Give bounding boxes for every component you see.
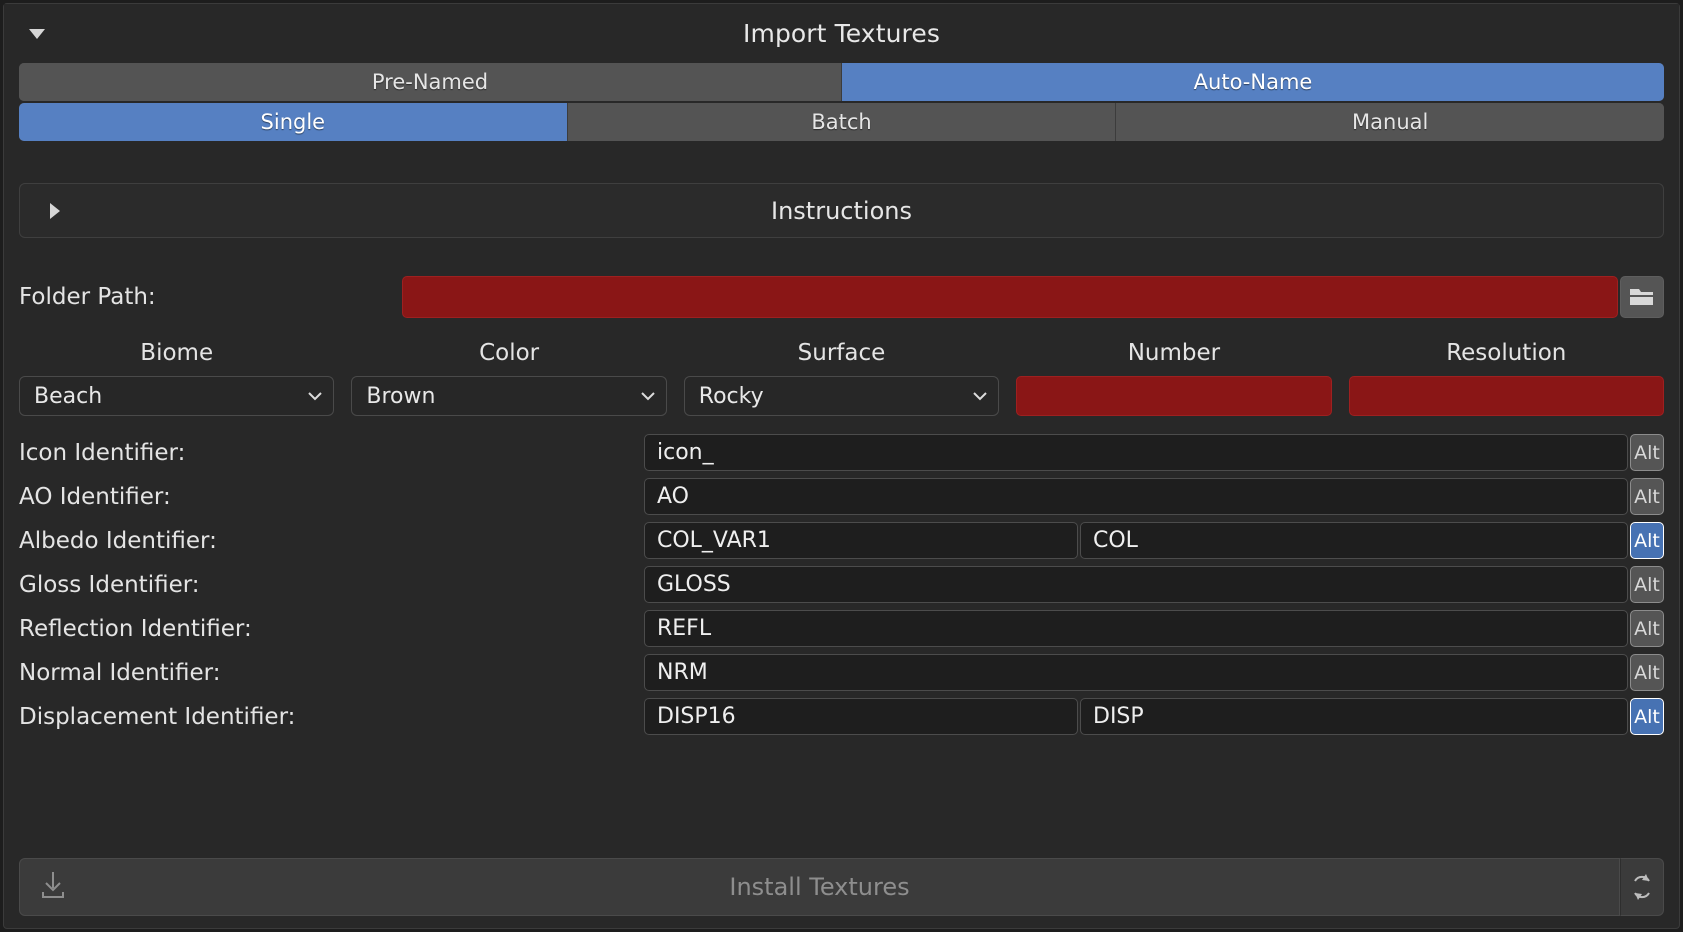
color-dropdown[interactable]: Brown xyxy=(351,376,666,416)
icon-identifier-alt-button[interactable]: Alt xyxy=(1630,434,1664,471)
panel-header: Import Textures xyxy=(4,4,1679,63)
chevron-down-icon xyxy=(307,391,323,401)
folder-icon[interactable] xyxy=(1620,276,1664,318)
tab-single[interactable]: Single xyxy=(19,103,568,141)
ao-identifier-label: AO Identifier: xyxy=(19,484,644,510)
footer-action-bar: Install Textures xyxy=(19,858,1664,916)
header-surface: Surface xyxy=(684,340,999,376)
displacement-identifier-fields: DISP16 DISP Alt xyxy=(644,698,1664,735)
resolution-input[interactable] xyxy=(1349,376,1664,416)
normal-identifier-label: Normal Identifier: xyxy=(19,660,644,686)
header-color: Color xyxy=(351,340,666,376)
header-number: Number xyxy=(1016,340,1331,376)
displacement-identifier-label: Displacement Identifier: xyxy=(19,704,644,730)
biome-value: Beach xyxy=(34,384,307,409)
header-resolution: Resolution xyxy=(1349,340,1664,376)
albedo-identifier-input[interactable]: COL_VAR1 xyxy=(644,522,1078,559)
identifier-row-gloss: Gloss Identifier: GLOSS Alt xyxy=(19,566,1664,603)
reflection-identifier-alt-button[interactable]: Alt xyxy=(1630,610,1664,647)
tab-auto-name[interactable]: Auto-Name xyxy=(842,63,1664,101)
displacement-identifier-alt-input[interactable]: DISP xyxy=(1080,698,1628,735)
tab-pre-named[interactable]: Pre-Named xyxy=(19,63,842,101)
surface-value: Rocky xyxy=(699,384,972,409)
identifier-row-albedo: Albedo Identifier: COL_VAR1 COL Alt xyxy=(19,522,1664,559)
identifier-rows: Icon Identifier: icon_ Alt AO Identifier… xyxy=(19,434,1664,735)
instructions-label: Instructions xyxy=(771,197,912,225)
folder-path-label: Folder Path: xyxy=(19,284,402,310)
identifier-row-normal: Normal Identifier: NRM Alt xyxy=(19,654,1664,691)
tab-batch[interactable]: Batch xyxy=(568,103,1117,141)
import-textures-panel: Import Textures Pre-Named Auto-Name Sing… xyxy=(3,3,1680,929)
triangle-right-icon xyxy=(50,203,60,219)
gloss-identifier-input[interactable]: GLOSS xyxy=(644,566,1628,603)
header-biome: Biome xyxy=(19,340,334,376)
attribute-grid: Biome Color Surface Number Resolution Be… xyxy=(19,340,1664,416)
number-input[interactable] xyxy=(1016,376,1331,416)
albedo-identifier-alt-button[interactable]: Alt xyxy=(1630,522,1664,559)
displacement-identifier-input[interactable]: DISP16 xyxy=(644,698,1078,735)
identifier-row-icon: Icon Identifier: icon_ Alt xyxy=(19,434,1664,471)
download-icon xyxy=(40,870,66,904)
folder-path-row: Folder Path: xyxy=(19,276,1664,318)
batch-mode-tabs: Single Batch Manual xyxy=(19,103,1664,141)
gloss-identifier-fields: GLOSS Alt xyxy=(644,566,1664,603)
albedo-identifier-label: Albedo Identifier: xyxy=(19,528,644,554)
albedo-identifier-alt-input[interactable]: COL xyxy=(1080,522,1628,559)
folder-path-input[interactable] xyxy=(402,276,1618,318)
identifier-row-displacement: Displacement Identifier: DISP16 DISP Alt xyxy=(19,698,1664,735)
reflection-identifier-fields: REFL Alt xyxy=(644,610,1664,647)
normal-identifier-alt-button[interactable]: Alt xyxy=(1630,654,1664,691)
reflection-identifier-input[interactable]: REFL xyxy=(644,610,1628,647)
color-value: Brown xyxy=(366,384,639,409)
surface-dropdown[interactable]: Rocky xyxy=(684,376,999,416)
chevron-down-icon xyxy=(640,391,656,401)
ao-identifier-fields: AO Alt xyxy=(644,478,1664,515)
gloss-identifier-alt-button[interactable]: Alt xyxy=(1630,566,1664,603)
normal-identifier-fields: NRM Alt xyxy=(644,654,1664,691)
reflection-identifier-label: Reflection Identifier: xyxy=(19,616,644,642)
triangle-down-icon[interactable] xyxy=(29,29,45,39)
chevron-down-icon xyxy=(972,391,988,401)
tab-manual[interactable]: Manual xyxy=(1116,103,1664,141)
ao-identifier-input[interactable]: AO xyxy=(644,478,1628,515)
gloss-identifier-label: Gloss Identifier: xyxy=(19,572,644,598)
install-textures-button[interactable]: Install Textures xyxy=(19,858,1620,916)
install-textures-label: Install Textures xyxy=(729,873,909,901)
refresh-glyph xyxy=(1630,872,1654,902)
naming-mode-tabs: Pre-Named Auto-Name xyxy=(19,63,1664,101)
instructions-section-toggle[interactable]: Instructions xyxy=(19,183,1664,238)
icon-identifier-input[interactable]: icon_ xyxy=(644,434,1628,471)
icon-identifier-label: Icon Identifier: xyxy=(19,440,644,466)
albedo-identifier-fields: COL_VAR1 COL Alt xyxy=(644,522,1664,559)
refresh-cycle-icon[interactable] xyxy=(1620,858,1664,916)
displacement-identifier-alt-button[interactable]: Alt xyxy=(1630,698,1664,735)
identifier-row-ao: AO Identifier: AO Alt xyxy=(19,478,1664,515)
ao-identifier-alt-button[interactable]: Alt xyxy=(1630,478,1664,515)
page-title: Import Textures xyxy=(743,19,940,48)
normal-identifier-input[interactable]: NRM xyxy=(644,654,1628,691)
biome-dropdown[interactable]: Beach xyxy=(19,376,334,416)
icon-identifier-fields: icon_ Alt xyxy=(644,434,1664,471)
identifier-row-reflection: Reflection Identifier: REFL Alt xyxy=(19,610,1664,647)
folder-glyph xyxy=(1629,286,1655,308)
